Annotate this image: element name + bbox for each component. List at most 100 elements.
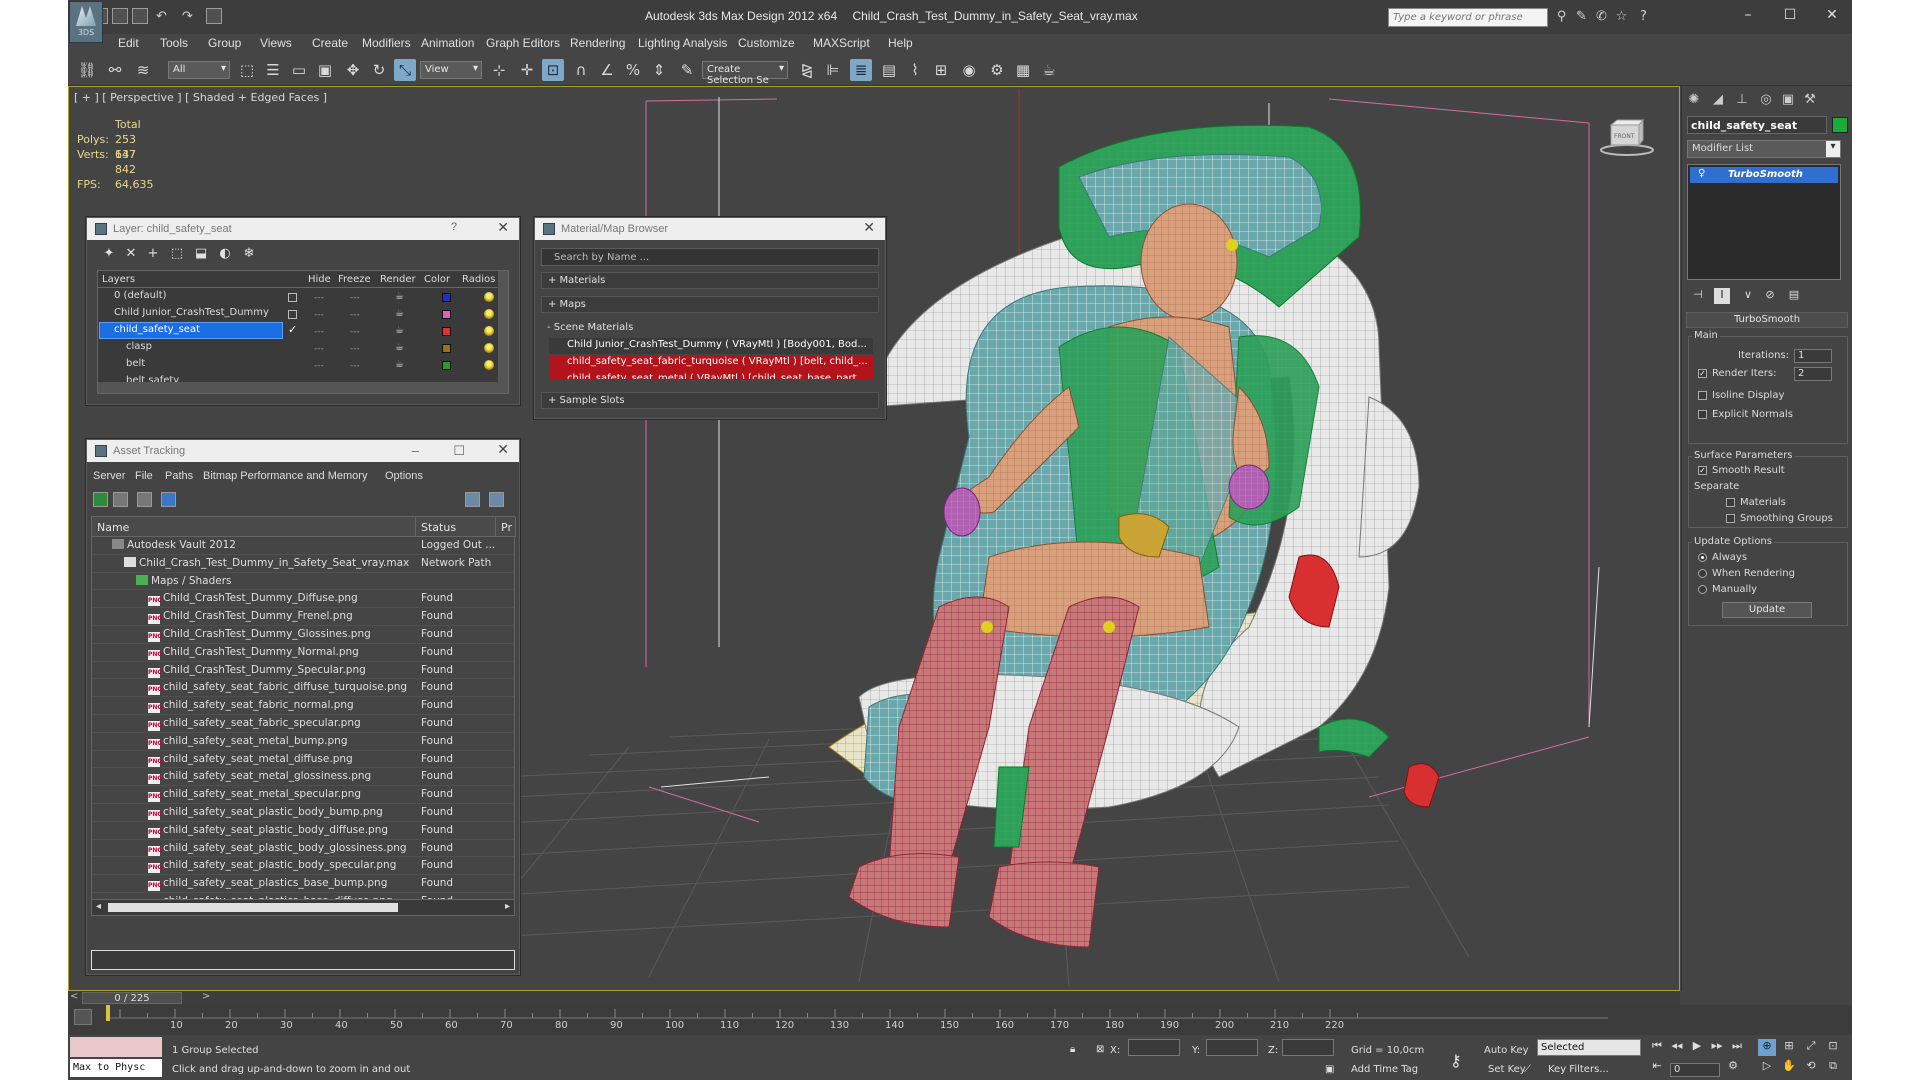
spinner-snap-icon[interactable]: ⇕ — [648, 59, 670, 81]
key-icon[interactable]: ⚷ — [1450, 1051, 1462, 1070]
material-editor-icon[interactable]: ◉ — [958, 59, 980, 81]
asset-row[interactable]: PNGChild_CrashTest_Dummy_Diffuse.png Foun… — [92, 590, 514, 609]
asset-name[interactable]: PNGchild_safety_seat_plastic_body_diffus… — [148, 824, 388, 838]
freeze-toggle[interactable]: --- — [350, 344, 362, 354]
y-coordinate-input[interactable] — [1206, 1039, 1258, 1056]
asset-row[interactable]: Autodesk Vault 2012 Logged Out ... — [92, 537, 514, 555]
asset-name[interactable]: PNGchild_safety_seat_metal_diffuse.png — [148, 753, 353, 767]
object-name[interactable]: belt safety — [124, 374, 306, 382]
render-teapot-icon[interactable]: ☕ — [395, 359, 405, 370]
asset-row[interactable]: Child_Crash_Test_Dummy_in_Safety_Seat_vr… — [92, 555, 514, 573]
maximize-button[interactable]: ☐ — [1772, 4, 1808, 26]
asset-row[interactable]: PNGchild_safety_seat_fabric_diffuse_turq… — [92, 679, 514, 698]
time-slider-prev-icon[interactable]: < — [70, 991, 78, 1002]
modifier-list-dropdown[interactable]: Modifier List — [1687, 140, 1841, 158]
asset-row[interactable]: PNGChild_CrashTest_Dummy_Specular.png Fou… — [92, 662, 514, 680]
object-name-field[interactable]: child_safety_seat — [1687, 116, 1827, 134]
render-teapot-icon[interactable]: ☕ — [395, 308, 405, 319]
layer-horizontal-scrollbar[interactable] — [98, 382, 498, 393]
asset-name[interactable]: PNGchild_safety_seat_fabric_diffuse_turq… — [148, 681, 407, 696]
layer-object-row[interactable]: belt safety — [98, 374, 498, 382]
isoline-display-checkbox[interactable] — [1698, 391, 1707, 400]
asset-name[interactable]: PNGchild_safety_seat_metal_bump.png — [148, 735, 348, 749]
x-coordinate-input[interactable] — [1128, 1039, 1180, 1056]
angle-snap-icon[interactable]: ∠ — [596, 59, 618, 81]
time-slider-thumb[interactable]: 0 / 225 — [82, 992, 182, 1004]
asset-name[interactable]: Child_Crash_Test_Dummy_in_Safety_Seat_vr… — [124, 556, 409, 569]
motion-tab-icon[interactable]: ◎ — [1756, 92, 1776, 110]
time-slider-next-icon[interactable]: > — [202, 991, 210, 1002]
selection-filter-dropdown[interactable]: All — [168, 61, 230, 79]
window-crossing-icon[interactable]: ▣ — [314, 59, 336, 81]
freeze-all-layers-icon[interactable]: ❄ — [241, 246, 257, 262]
select-manipulate-icon[interactable]: ✛ — [516, 59, 538, 81]
radiosity-icon[interactable] — [484, 326, 494, 336]
separate-smoothing-groups-checkbox[interactable] — [1726, 514, 1735, 523]
select-object-icon[interactable]: ⬚ — [236, 59, 258, 81]
asset-menu-paths[interactable]: Paths — [165, 470, 193, 482]
modify-tab-icon[interactable]: ◢ — [1708, 92, 1728, 110]
update-button[interactable]: Update — [1722, 602, 1812, 618]
asset-menu-server[interactable]: Server — [93, 470, 125, 482]
next-frame-icon[interactable]: ▸▸ — [1708, 1039, 1726, 1056]
align-icon[interactable]: ⊫ — [822, 59, 844, 81]
hide-toggle[interactable]: --- — [314, 344, 326, 354]
viewcube[interactable]: FRONT — [1599, 117, 1654, 167]
layer-name[interactable]: child_safety_seat — [99, 322, 283, 339]
menu-modifiers[interactable]: Modifiers — [362, 36, 411, 50]
asset-name[interactable]: PNGChild_CrashTest_Dummy_Glossines.png — [148, 628, 371, 642]
asset-menu-options[interactable]: Options — [385, 470, 423, 482]
maximize-viewport-icon[interactable]: ⧉ — [1824, 1059, 1842, 1076]
asset-row[interactable]: PNGchild_safety_seat_metal_diffuse.png Fo… — [92, 751, 514, 769]
active-layer-box[interactable] — [288, 293, 297, 302]
schematic-view-icon[interactable]: ⊞ — [930, 59, 952, 81]
hide-all-layers-icon[interactable]: ◐ — [217, 246, 233, 262]
default-tangent-icon[interactable]: ⟋ — [1524, 1064, 1531, 1075]
menu-help[interactable]: Help — [888, 36, 913, 50]
menu-graph-editors[interactable]: Graph Editors — [486, 36, 560, 50]
asset-menu-bitmap-performance[interactable]: Bitmap Performance and Memory — [203, 470, 367, 482]
asset-row[interactable]: PNGchild_safety_seat_plastic_body_bump.p… — [92, 804, 514, 822]
current-frame-input[interactable]: 0 — [1670, 1063, 1720, 1077]
radiosity-icon[interactable] — [484, 343, 494, 353]
freeze-toggle[interactable]: --- — [350, 310, 362, 320]
infocenter-search-input[interactable]: Type a keyword or phrase — [1388, 8, 1548, 27]
column-name[interactable]: Name — [92, 517, 416, 537]
unlink-icon[interactable]: ⚯ — [104, 59, 126, 81]
maximize-icon[interactable]: ☐ — [453, 443, 465, 459]
layer-object-row[interactable]: clasp --- --- ☕ — [98, 340, 498, 357]
snaps-toggle-icon[interactable]: ∩ — [570, 59, 592, 81]
zoom-extents-all-icon[interactable]: ⊡ — [1824, 1039, 1842, 1056]
add-time-tag[interactable]: Add Time Tag — [1351, 1064, 1418, 1075]
render-teapot-icon[interactable]: ☕ — [395, 342, 405, 353]
scene-material-item[interactable]: child_safety_seat_metal ( VRayMtl ) [chi… — [549, 372, 873, 379]
pan-view-icon[interactable]: ✋ — [1780, 1059, 1798, 1076]
named-selection-set-input[interactable]: Create Selection Se — [702, 61, 788, 86]
asset-menu-file[interactable]: File — [135, 470, 153, 482]
remove-modifier-icon[interactable]: ⊘ — [1762, 288, 1778, 304]
layer-vertical-scrollbar[interactable] — [498, 271, 508, 393]
pivot-center-icon[interactable]: ⊹ — [488, 59, 510, 81]
minimize-button[interactable]: – — [1730, 4, 1766, 26]
asset-name[interactable]: PNGchild_safety_seat_plastic_body_specul… — [148, 859, 396, 874]
project-folder-icon[interactable] — [206, 8, 222, 24]
field-of-view-icon[interactable]: ▷ — [1758, 1059, 1776, 1076]
object-name[interactable]: clasp — [124, 340, 306, 355]
go-to-end-icon[interactable]: ⏭ — [1728, 1039, 1746, 1056]
refresh-icon[interactable] — [93, 492, 108, 507]
asset-row[interactable]: PNGchild_safety_seat_plastics_base_bump.… — [92, 875, 514, 893]
render-teapot-icon[interactable]: ☕ — [395, 291, 405, 302]
render-production-icon[interactable]: ☕ — [1038, 59, 1060, 81]
hide-toggle[interactable]: --- — [314, 310, 326, 320]
menu-tools[interactable]: Tools — [160, 36, 188, 50]
close-icon[interactable]: ✕ — [497, 441, 509, 458]
layer-color-swatch[interactable] — [442, 327, 451, 336]
asset-row[interactable]: PNGchild_safety_seat_fabric_specular.png… — [92, 715, 514, 733]
key-mode-icon[interactable]: ⇤ — [1648, 1059, 1666, 1076]
scene-material-item-selected[interactable]: child_safety_seat_fabric_turquoise ( VRa… — [549, 355, 873, 371]
asset-name[interactable]: PNGchild_safety_seat_plastic_body_bump.p… — [148, 806, 383, 820]
display-tab-icon[interactable]: ▣ — [1778, 92, 1798, 110]
asset-name[interactable]: PNGchild_safety_seat_plastic_body_glossi… — [148, 842, 407, 856]
column-pr[interactable]: Pr — [496, 517, 516, 537]
update-manually-radio[interactable] — [1698, 585, 1707, 594]
